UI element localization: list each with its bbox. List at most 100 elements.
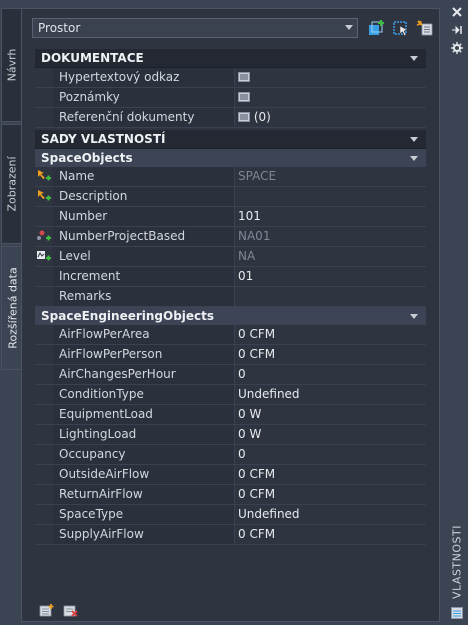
row-gutter xyxy=(35,505,53,524)
level-property-icon xyxy=(37,251,51,261)
property-value[interactable] xyxy=(235,88,426,107)
engineering-rows: AirFlowPerArea 0 CFM AirFlowPerPerson 0 CFM… xyxy=(35,325,426,545)
section-documentation[interactable]: DOKUMENTACE xyxy=(35,49,426,68)
property-label: NumberProjectBased xyxy=(53,227,235,246)
row-gutter xyxy=(35,445,53,464)
row-gutter xyxy=(35,207,53,226)
property-label: Name xyxy=(53,167,235,186)
property-value[interactable]: 0 CFM xyxy=(235,345,426,364)
property-row[interactable]: AirChangesPerHour 0 xyxy=(35,365,426,385)
property-value: NA xyxy=(238,249,256,263)
chevron-down-icon[interactable] xyxy=(345,25,353,30)
property-label: Occupancy xyxy=(53,445,235,464)
formula-property-icon xyxy=(37,230,51,241)
property-label: Remarks xyxy=(53,287,235,306)
row-gutter xyxy=(35,267,53,286)
row-gutter xyxy=(35,167,53,186)
collapse-icon[interactable] xyxy=(410,156,418,161)
collapse-icon[interactable] xyxy=(410,314,418,319)
property-value[interactable]: (0) xyxy=(235,108,426,127)
row-gutter xyxy=(35,88,53,107)
property-value[interactable] xyxy=(235,187,426,206)
property-value[interactable]: Undefined xyxy=(235,505,426,524)
subsection-space-engineering-objects[interactable]: SpaceEngineeringObjects xyxy=(35,307,426,325)
property-label: Description xyxy=(53,187,235,206)
property-value[interactable]: 0 xyxy=(235,445,426,464)
property-value[interactable]: 0 CFM xyxy=(235,325,426,344)
property-value[interactable]: 0 W xyxy=(235,425,426,444)
object-type-value: Prostor xyxy=(38,21,81,35)
gear-icon[interactable] xyxy=(451,42,463,54)
section-property-sets[interactable]: SADY VLASTNOSTÍ xyxy=(35,130,426,149)
property-row[interactable]: Increment 01 xyxy=(35,267,426,287)
row-gutter xyxy=(35,187,53,206)
property-value[interactable]: 0 W xyxy=(235,405,426,424)
property-value[interactable]: 0 CFM xyxy=(235,485,426,504)
edit-list-icon[interactable] xyxy=(238,72,250,82)
quick-select-icon[interactable] xyxy=(416,19,434,37)
property-value[interactable]: Undefined xyxy=(235,385,426,404)
row-gutter xyxy=(35,365,53,384)
collapse-icon[interactable] xyxy=(410,137,418,142)
row-gutter xyxy=(35,345,53,364)
autohide-icon[interactable] xyxy=(451,24,463,36)
tab-navrh[interactable]: Návrh xyxy=(1,8,22,122)
object-type-dropdown[interactable]: Prostor xyxy=(32,18,358,38)
tab-zobrazeni[interactable]: Zobrazení xyxy=(1,124,22,244)
subsection-space-objects[interactable]: SpaceObjects xyxy=(35,149,426,167)
property-label: SupplyAirFlow xyxy=(53,525,235,544)
property-row[interactable]: SpaceType Undefined xyxy=(35,505,426,525)
property-row[interactable]: NumberProjectBased NA01 xyxy=(35,227,426,247)
property-grid: DOKUMENTACE Hypertextový odkaz Poznámky xyxy=(35,49,426,545)
property-row[interactable]: Level NA xyxy=(35,247,426,267)
edit-list-icon[interactable] xyxy=(238,112,250,122)
property-row[interactable]: LightingLoad 0 W xyxy=(35,425,426,445)
property-row[interactable]: Occupancy 0 xyxy=(35,445,426,465)
row-gutter xyxy=(35,287,53,306)
property-row[interactable]: AirFlowPerPerson 0 CFM xyxy=(35,345,426,365)
property-row[interactable]: EquipmentLoad 0 W xyxy=(35,405,426,425)
property-row[interactable]: ReturnAirFlow 0 CFM xyxy=(35,485,426,505)
property-value[interactable]: 101 xyxy=(235,207,426,226)
property-row[interactable]: Remarks xyxy=(35,287,426,307)
property-value[interactable]: 0 CFM xyxy=(235,525,426,544)
add-property-set-icon[interactable] xyxy=(39,603,55,617)
add-object-icon[interactable] xyxy=(368,19,386,37)
reference-count: (0) xyxy=(253,110,271,124)
property-row[interactable]: Name SPACE xyxy=(35,167,426,187)
select-objects-icon[interactable] xyxy=(392,19,410,37)
property-value[interactable]: 0 CFM xyxy=(235,465,426,484)
property-row[interactable]: ConditionType Undefined xyxy=(35,385,426,405)
property-value[interactable] xyxy=(235,68,426,87)
property-row[interactable]: Description xyxy=(35,187,426,207)
section-property-sets-title: SADY VLASTNOSTÍ xyxy=(41,132,166,146)
property-value[interactable]: 0 xyxy=(235,365,426,384)
property-label: ConditionType xyxy=(53,385,235,404)
close-icon[interactable] xyxy=(451,6,463,18)
edit-list-icon[interactable] xyxy=(238,92,250,102)
row-gutter xyxy=(35,68,53,87)
property-value[interactable]: 01 xyxy=(235,267,426,286)
property-row[interactable]: AirFlowPerArea 0 CFM xyxy=(35,325,426,345)
properties-palette-icon[interactable] xyxy=(451,607,463,619)
properties-panel: Prostor DOKUMENTACE Hypertextový odkaz P… xyxy=(21,8,440,622)
property-label: SpaceType xyxy=(53,505,235,524)
palette-title-bar: VLASTNOSTI xyxy=(446,0,468,625)
property-label: AirChangesPerHour xyxy=(53,365,235,384)
row-gutter xyxy=(35,525,53,544)
tab-rozsirena-data-label: Rozšířená data xyxy=(6,267,20,349)
property-label: LightingLoad xyxy=(53,425,235,444)
row-gutter xyxy=(35,108,53,127)
auto-property-icon xyxy=(38,190,51,201)
property-row[interactable]: Referenční dokumenty (0) xyxy=(35,108,426,128)
property-row[interactable]: Number 101 xyxy=(35,207,426,227)
property-row[interactable]: Poznámky xyxy=(35,88,426,108)
property-row[interactable]: OutsideAirFlow 0 CFM xyxy=(35,465,426,485)
property-row[interactable]: SupplyAirFlow 0 CFM xyxy=(35,525,426,545)
property-value[interactable] xyxy=(235,287,426,306)
row-gutter xyxy=(35,385,53,404)
property-label: Poznámky xyxy=(53,88,235,107)
property-row[interactable]: Hypertextový odkaz xyxy=(35,68,426,88)
remove-property-set-icon[interactable] xyxy=(63,603,79,617)
collapse-icon[interactable] xyxy=(410,56,418,61)
